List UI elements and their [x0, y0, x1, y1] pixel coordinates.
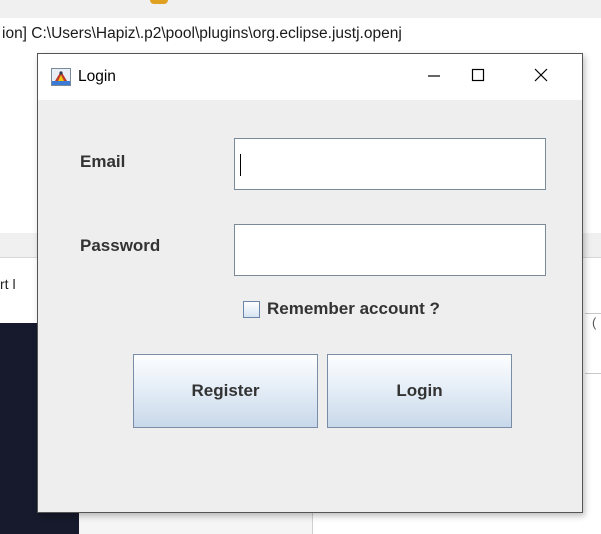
text-caret	[240, 154, 241, 176]
remember-account-label[interactable]: Remember account ?	[267, 299, 440, 319]
password-label: Password	[80, 236, 161, 255]
login-button[interactable]: Login	[327, 354, 512, 428]
login-dialog: Login Email Password Remember account ? …	[37, 53, 583, 513]
close-button[interactable]	[518, 54, 564, 100]
password-input[interactable]	[234, 224, 546, 276]
ide-top-bar	[0, 0, 601, 18]
close-icon	[533, 67, 549, 88]
title-bar[interactable]: Login	[38, 54, 582, 100]
register-button[interactable]: Register	[133, 354, 318, 428]
email-label: Email	[80, 152, 126, 171]
maximize-button[interactable]	[455, 54, 501, 100]
ide-toolbar-accent	[150, 0, 168, 4]
minimize-icon	[426, 67, 442, 88]
remember-account-checkbox[interactable]	[243, 301, 260, 318]
minimize-button[interactable]	[411, 54, 457, 100]
window-title: Login	[78, 68, 116, 85]
ide-partial-text: rt l	[0, 276, 16, 292]
email-input[interactable]	[234, 138, 546, 190]
ide-right-line	[585, 313, 601, 314]
maximize-icon	[470, 67, 486, 88]
ide-partial-char: (	[592, 315, 597, 330]
java-app-icon	[51, 68, 71, 86]
ide-right-line	[585, 373, 601, 374]
ide-console-path: ion] C:\Users\Hapiz\.p2\pool\plugins\org…	[0, 18, 601, 50]
